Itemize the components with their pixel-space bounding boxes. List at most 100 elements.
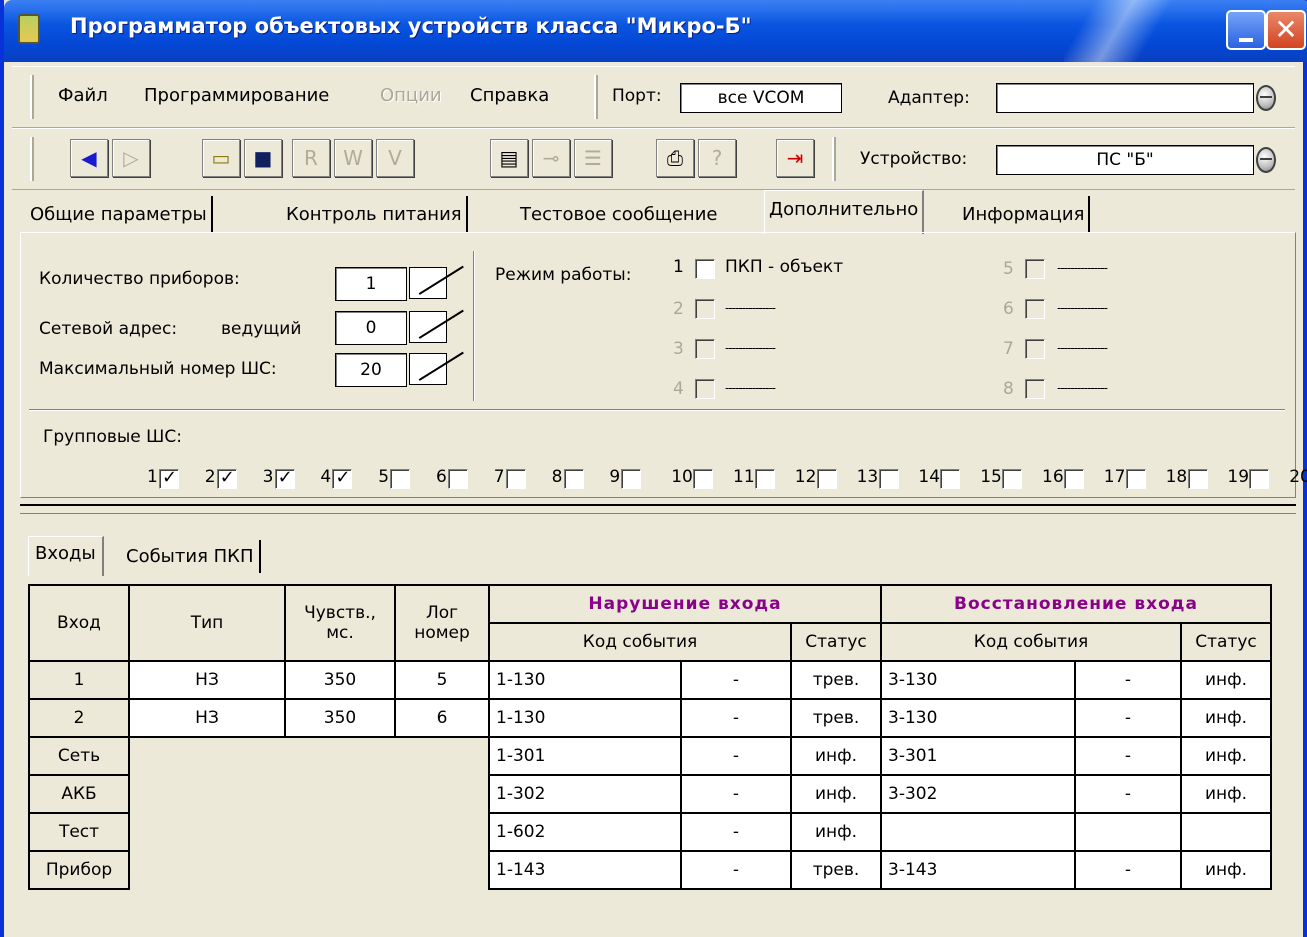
tab-inputs[interactable]: Входы: [28, 536, 104, 576]
log-number-cell[interactable]: 6: [394, 698, 490, 738]
mode-checkbox-5[interactable]: [1025, 259, 1045, 279]
table-row[interactable]: 1 НЗ 350 5 1-130- трев. 3-130- инф.: [28, 660, 1272, 700]
restore-status-cell[interactable]: [1180, 812, 1272, 852]
group-loop-checkbox-4[interactable]: [332, 467, 353, 489]
monitor-icon[interactable]: ▤: [490, 139, 528, 177]
violation-status-cell[interactable]: инф.: [790, 736, 882, 776]
violation-extra-cell[interactable]: -: [680, 736, 792, 776]
restore-extra-cell[interactable]: -: [1074, 660, 1182, 700]
menu-options[interactable]: Опции: [380, 85, 442, 106]
net-address-field[interactable]: 0: [335, 311, 407, 345]
group-loop-checkbox-10[interactable]: [693, 469, 714, 489]
restore-code-cell[interactable]: [880, 812, 1076, 852]
tab-information[interactable]: Информация: [958, 196, 1091, 233]
open-folder-icon[interactable]: ▭: [202, 139, 240, 177]
restore-status-cell[interactable]: инф.: [1180, 698, 1272, 738]
net-address-spin-button[interactable]: [409, 311, 447, 343]
key-icon[interactable]: ⊸: [532, 139, 570, 177]
verify-icon[interactable]: V: [376, 139, 414, 177]
group-loop-checkbox-6[interactable]: [448, 469, 468, 489]
group-loop-checkbox-12[interactable]: [816, 469, 837, 489]
violation-code-cell[interactable]: 1-143: [488, 850, 682, 890]
violation-extra-cell[interactable]: -: [680, 698, 792, 738]
violation-extra-cell[interactable]: -: [680, 774, 792, 814]
save-disk-icon[interactable]: ■: [244, 139, 282, 177]
violation-code-cell[interactable]: 1-602: [488, 812, 682, 852]
violation-code-cell[interactable]: 1-301: [488, 736, 682, 776]
count-field[interactable]: 1: [335, 267, 407, 301]
group-loop-checkbox-1[interactable]: [159, 467, 179, 489]
print-icon[interactable]: ⎙: [656, 139, 694, 177]
forward-arrow-icon[interactable]: ▷: [112, 139, 150, 177]
restore-code-cell[interactable]: 3-143: [880, 850, 1076, 890]
exit-icon[interactable]: ⇥: [776, 139, 814, 177]
mode-checkbox-3[interactable]: [695, 339, 715, 359]
violation-status-cell[interactable]: инф.: [790, 812, 882, 852]
restore-extra-cell[interactable]: -: [1074, 698, 1182, 738]
device-grip[interactable]: [832, 137, 836, 181]
group-loop-checkbox-7[interactable]: [505, 469, 526, 489]
restore-status-cell[interactable]: инф.: [1180, 736, 1272, 776]
menu-help[interactable]: Справка: [470, 85, 549, 106]
group-loop-checkbox-8[interactable]: [563, 469, 584, 489]
tab-general[interactable]: Общие параметры: [26, 196, 213, 233]
device-field[interactable]: ПС "Б": [996, 145, 1254, 175]
violation-status-cell[interactable]: трев.: [790, 850, 882, 890]
max-loop-field[interactable]: 20: [335, 353, 407, 387]
toolbar-grip[interactable]: [30, 137, 34, 181]
mode-checkbox-4[interactable]: [695, 379, 715, 399]
list-icon[interactable]: ☰: [574, 139, 612, 177]
group-loop-checkbox-17[interactable]: [1125, 469, 1146, 489]
write-icon[interactable]: W: [334, 139, 372, 177]
violation-code-cell[interactable]: 1-130: [488, 660, 682, 700]
splitter-bar[interactable]: [20, 504, 1296, 514]
count-spin-button[interactable]: [409, 267, 447, 299]
group-loop-checkbox-19[interactable]: [1249, 469, 1270, 489]
mode-checkbox-7[interactable]: [1025, 339, 1045, 359]
violation-extra-cell[interactable]: -: [680, 850, 792, 890]
mode-checkbox-6[interactable]: [1025, 299, 1045, 319]
group-loop-checkbox-16[interactable]: [1064, 469, 1084, 489]
restore-status-cell[interactable]: инф.: [1180, 660, 1272, 700]
type-cell[interactable]: НЗ: [128, 660, 286, 700]
mode-checkbox-8[interactable]: [1025, 379, 1045, 399]
restore-code-cell[interactable]: 3-301: [880, 736, 1076, 776]
sensitivity-cell[interactable]: 350: [284, 698, 396, 738]
back-arrow-icon[interactable]: ◀: [70, 139, 108, 177]
table-row[interactable]: 2 НЗ 350 6 1-130- трев. 3-130- инф.: [28, 698, 1272, 738]
restore-status-cell[interactable]: инф.: [1180, 774, 1272, 814]
read-icon[interactable]: R: [292, 139, 330, 177]
mode-checkbox-1[interactable]: [695, 259, 715, 279]
violation-code-cell[interactable]: 1-130: [488, 698, 682, 738]
violation-extra-cell[interactable]: -: [680, 660, 792, 700]
violation-code-cell[interactable]: 1-302: [488, 774, 682, 814]
group-loop-checkbox-18[interactable]: [1187, 469, 1208, 489]
group-loop-checkbox-9[interactable]: [621, 469, 642, 489]
group-loop-checkbox-3[interactable]: [274, 467, 295, 489]
port-field[interactable]: все VCOM: [680, 83, 842, 113]
restore-extra-cell[interactable]: -: [1074, 850, 1182, 890]
group-loop-checkbox-2[interactable]: [216, 467, 237, 489]
restore-extra-cell[interactable]: -: [1074, 736, 1182, 776]
violation-status-cell[interactable]: трев.: [790, 660, 882, 700]
adapter-field[interactable]: [996, 83, 1254, 113]
restore-code-cell[interactable]: 3-130: [880, 660, 1076, 700]
minimize-button[interactable]: [1226, 10, 1266, 50]
group-loop-checkbox-13[interactable]: [878, 469, 899, 489]
menu-file[interactable]: Файл: [58, 85, 108, 106]
sensitivity-cell[interactable]: 350: [284, 660, 396, 700]
tab-additional[interactable]: Дополнительно: [764, 190, 925, 234]
tab-power[interactable]: Контроль питания: [282, 196, 468, 233]
tab-pkp-events[interactable]: События ПКП: [120, 540, 262, 573]
close-button[interactable]: ✕: [1266, 10, 1306, 50]
mode-checkbox-2[interactable]: [695, 299, 715, 319]
restore-extra-cell[interactable]: -: [1074, 774, 1182, 814]
table-row[interactable]: Сеть 1-301- инф. 3-301- инф.: [28, 736, 1272, 889]
log-number-cell[interactable]: 5: [394, 660, 490, 700]
type-cell[interactable]: НЗ: [128, 698, 286, 738]
restore-status-cell[interactable]: инф.: [1180, 850, 1272, 890]
restore-code-cell[interactable]: 3-130: [880, 698, 1076, 738]
violation-status-cell[interactable]: трев.: [790, 698, 882, 738]
violation-extra-cell[interactable]: -: [680, 812, 792, 852]
help-icon[interactable]: ?: [698, 139, 736, 177]
